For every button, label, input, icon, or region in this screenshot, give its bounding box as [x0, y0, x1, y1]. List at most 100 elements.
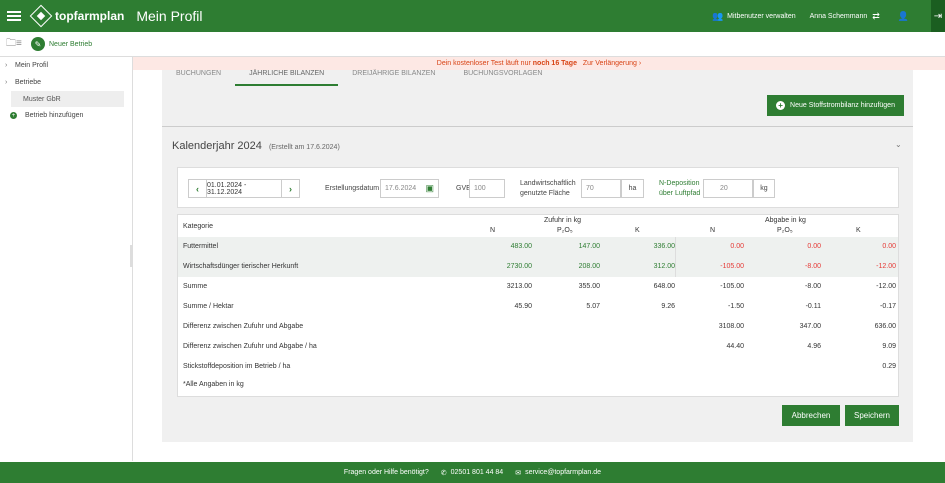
folder-icon[interactable]: 🗀≡	[6, 36, 26, 53]
table-row: Summe / Hektar 45.90 5.07 9.26 -1.50 -0.11 -0.…	[178, 297, 898, 317]
column-header-abgabe-n: N	[710, 227, 716, 234]
tab-buchungsvorlagen[interactable]: BUCHUNGSVORLAGEN	[449, 70, 556, 86]
ndep-unit: kg	[753, 179, 775, 198]
ndep-input[interactable]: 20	[703, 179, 753, 198]
balance-form: ‹ 01.01.2024 - 31.12.2024 › Erstellungsd…	[177, 167, 899, 208]
table-cell: 45.90	[514, 303, 532, 310]
tabs: BUCHUNGEN JÄHRLICHE BILANZEN DREIJÄHRIGE…	[162, 70, 913, 86]
table-cell: 336.00	[653, 243, 675, 250]
next-period-button[interactable]: ›	[281, 179, 300, 198]
trial-days: noch 16 Tage	[532, 60, 577, 67]
person-icon: 👤	[897, 10, 909, 21]
chevron-right-icon: ›	[289, 183, 292, 194]
sidebar-item-betriebe[interactable]: › Betriebe	[0, 74, 132, 91]
switch-icon: ⇄	[872, 10, 880, 21]
table-note: *Alle Angaben in kg	[183, 381, 244, 388]
table-cell: 648.00	[653, 283, 675, 290]
row-label: Differenz zwischen Zufuhr und Abgabe / h…	[183, 343, 317, 350]
table-cell: 4.96	[807, 343, 821, 350]
table-cell: 147.00	[578, 243, 600, 250]
column-header-abgabe: Abgabe in kg	[765, 217, 806, 224]
sidebar-item-profil[interactable]: › Mein Profil	[0, 57, 132, 74]
top-bar: topfarmplan Mein Profil 👥 Mitbenutzer ve…	[0, 0, 945, 32]
flaeche-label-2: genutzte Fläche	[520, 190, 570, 197]
users-icon: 👥	[711, 10, 724, 21]
ndep-value: 20	[720, 185, 728, 192]
erstellungsdatum-label: Erstellungsdatum	[325, 185, 380, 192]
sidebar-item-add-farm[interactable]: + Betrieb hinzufügen	[0, 107, 132, 124]
chevron-right-icon: ›	[5, 79, 8, 86]
calendar-icon[interactable]: ▣	[425, 183, 434, 194]
add-balance-button[interactable]: + Neue Stoffstrombilanz hinzufügen	[767, 95, 904, 116]
resize-handle[interactable]	[130, 245, 133, 267]
logo[interactable]: topfarmplan	[29, 4, 125, 28]
tab-jaehrliche-bilanzen[interactable]: JÄHRLICHE BILANZEN	[235, 70, 339, 86]
table-cell: 347.00	[799, 323, 821, 330]
save-button[interactable]: Speichern	[845, 405, 899, 426]
help-text: Fragen oder Hilfe benötigt?	[343, 469, 429, 476]
row-label: Differenz zwischen Zufuhr und Abgabe	[183, 323, 304, 330]
logo-text: topfarmplan	[55, 9, 125, 23]
chevron-right-icon: ›	[5, 62, 8, 69]
sidebar-item-label: Betriebe	[15, 79, 42, 86]
mail-icon: ✉	[515, 469, 522, 477]
chevron-left-icon: ‹	[196, 183, 199, 194]
sidebar: › Mein Profil › Betriebe Muster GbR + Be…	[0, 57, 133, 461]
flaeche-value: 70	[586, 185, 594, 192]
erstellungsdatum-input[interactable]: 17.6.2024 ▣	[380, 179, 439, 198]
sub-bar: 🗀≡ ✎ Neuer Betrieb	[0, 32, 945, 57]
pencil-icon: ✎	[31, 37, 45, 51]
sidebar-item-label: Betrieb hinzufügen	[25, 112, 84, 119]
row-label: Futtermittel	[183, 243, 219, 250]
column-header-abgabe-k: K	[856, 227, 861, 234]
year-title: Kalenderjahr 2024	[172, 140, 262, 152]
logo-icon	[29, 4, 53, 28]
email-address: service@topfarmplan.de	[525, 469, 602, 476]
renew-link[interactable]: Zur Verlängerung	[583, 60, 637, 67]
table-cell: 3108.00	[718, 323, 744, 330]
table-row: Differenz zwischen Zufuhr und Abgabe 3108…	[178, 317, 898, 337]
logout-button[interactable]: ⇥	[931, 0, 945, 32]
table-cell: 483.00	[510, 243, 532, 250]
new-farm-label: Neuer Betrieb	[49, 40, 93, 48]
table-cell: -12.00	[876, 283, 896, 290]
new-farm-button[interactable]: ✎ Neuer Betrieb	[31, 37, 92, 51]
flaeche-input[interactable]: 70	[581, 179, 621, 198]
user-name: Anna Schemmann	[809, 12, 868, 20]
main-content: BUCHUNGEN JÄHRLICHE BILANZEN DREIJÄHRIGE…	[162, 70, 913, 442]
table-cell: 3213.00	[506, 283, 532, 290]
phone-number: 02501 801 44 84	[450, 469, 504, 476]
column-header-abgabe-p: P₂O₅	[777, 227, 793, 234]
table-row: Stickstoffdeposition im Betrieb / ha 0.29	[178, 357, 898, 377]
ndep-label-2: über Luftpfad	[659, 190, 701, 197]
table-row: Differenz zwischen Zufuhr und Abgabe / h…	[178, 337, 898, 357]
mitbenutzer-label: Mitbenutzer verwalten	[727, 12, 796, 20]
table-cell: -0.17	[880, 303, 896, 310]
plus-circle-icon: +	[10, 112, 17, 119]
chevron-down-icon[interactable]: ⌄	[895, 140, 902, 149]
user-switch[interactable]: Anna Schemmann ⇄	[810, 11, 884, 22]
chevron-right-icon: ›	[638, 60, 642, 67]
gve-input[interactable]: 100	[469, 179, 505, 198]
table-cell: -0.11	[805, 303, 821, 310]
cancel-button[interactable]: Abbrechen	[782, 405, 840, 426]
table-cell: 44.40	[726, 343, 744, 350]
tab-buchungen[interactable]: BUCHUNGEN	[162, 70, 235, 86]
menu-icon[interactable]	[7, 11, 21, 21]
row-label: Stickstoffdeposition im Betrieb / ha	[183, 363, 291, 370]
table-cell: -8.00	[805, 283, 821, 290]
sidebar-item-muster-gbr[interactable]: Muster GbR	[11, 91, 124, 107]
column-header-kategorie: Kategorie	[183, 223, 213, 230]
year-header: Kalenderjahr 2024 (Erstellt am 17.6.2024…	[172, 140, 340, 152]
profile-button[interactable]: 👤	[898, 11, 913, 22]
prev-period-button[interactable]: ‹	[188, 179, 207, 198]
ndep-label-1: N-Deposition	[659, 180, 700, 187]
tab-dreijaehrige-bilanzen[interactable]: DREIJÄHRIGE BILANZEN	[338, 70, 449, 86]
mitbenutzer-link[interactable]: 👥 Mitbenutzer verwalten	[712, 11, 796, 22]
phone-link[interactable]: ✆ 02501 801 44 84	[441, 469, 503, 477]
trial-text: Dein kostenloser Test läuft nur	[436, 60, 531, 67]
year-created: (Erstellt am 17.6.2024)	[268, 144, 340, 151]
column-header-zufuhr: Zufuhr in kg	[544, 217, 581, 224]
email-link[interactable]: ✉ service@topfarmplan.de	[515, 469, 601, 477]
row-label: Summe / Hektar	[183, 303, 234, 310]
